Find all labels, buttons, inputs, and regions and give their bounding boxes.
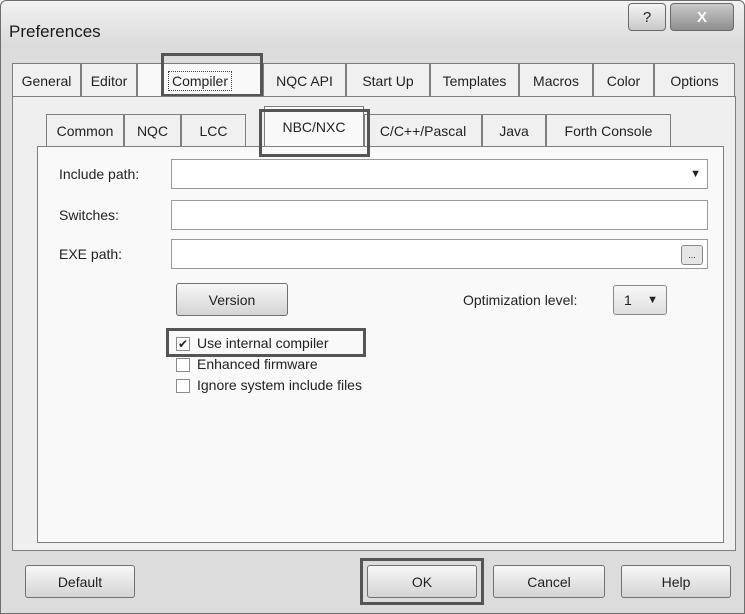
exe-path-input[interactable]: ... (171, 239, 708, 269)
tab-nqc-api[interactable]: NQC API (263, 63, 346, 97)
optimization-level-label: Optimization level: (463, 292, 578, 308)
tab-editor[interactable]: Editor (81, 63, 137, 97)
tab-general[interactable]: General (12, 63, 81, 97)
tab-compiler[interactable]: Compiler (137, 63, 263, 97)
tab-options[interactable]: Options (654, 63, 735, 97)
tab-macros[interactable]: Macros (519, 63, 593, 97)
exe-path-label: EXE path: (59, 246, 123, 262)
ignore-system-include-checkbox[interactable] (176, 379, 190, 393)
tab-nbc-nxc[interactable]: NBC/NXC (264, 106, 364, 146)
close-button[interactable]: X (670, 3, 734, 31)
tab-c-cpp-pascal[interactable]: C/C++/Pascal (364, 114, 482, 146)
ignore-system-include-label: Ignore system include files (197, 377, 362, 393)
preferences-dialog: Preferences ? X General Editor Compiler … (0, 0, 745, 614)
tab-start-up[interactable]: Start Up (346, 63, 430, 97)
version-button[interactable]: Version (176, 283, 288, 316)
chevron-down-icon: ▼ (647, 294, 658, 306)
question-icon: ? (642, 8, 652, 26)
browse-button[interactable]: ... (681, 245, 703, 265)
close-icon: X (696, 8, 707, 26)
include-path-combobox[interactable]: ▼ (171, 159, 708, 189)
ellipsis-icon: ... (688, 250, 696, 260)
tab-lcc[interactable]: LCC (181, 114, 246, 146)
chevron-down-icon: ▼ (690, 168, 701, 180)
tab-java[interactable]: Java (482, 114, 546, 146)
tab-templates[interactable]: Templates (430, 63, 519, 97)
window-title: Preferences (9, 22, 101, 41)
checkmark-icon: ✔ (177, 337, 189, 351)
switches-label: Switches: (59, 207, 119, 223)
ok-button[interactable]: OK (367, 565, 477, 598)
use-internal-compiler-label: Use internal compiler (197, 335, 329, 351)
switches-input[interactable] (171, 200, 708, 230)
cancel-button[interactable]: Cancel (493, 565, 605, 598)
default-button[interactable]: Default (25, 565, 135, 598)
tab-nqc[interactable]: NQC (124, 114, 181, 146)
optimization-level-select[interactable]: 1 ▼ (613, 285, 667, 315)
tab-forth-console[interactable]: Forth Console (546, 114, 671, 146)
include-path-label: Include path: (59, 166, 140, 182)
use-internal-compiler-checkbox[interactable]: ✔ (176, 337, 190, 351)
tab-color[interactable]: Color (593, 63, 654, 97)
enhanced-firmware-label: Enhanced firmware (197, 356, 318, 372)
title-bar: Preferences ? X (1, 1, 744, 47)
help-button[interactable]: Help (621, 565, 731, 598)
enhanced-firmware-checkbox[interactable] (176, 358, 190, 372)
help-title-button[interactable]: ? (628, 3, 666, 31)
tab-common[interactable]: Common (46, 114, 124, 146)
